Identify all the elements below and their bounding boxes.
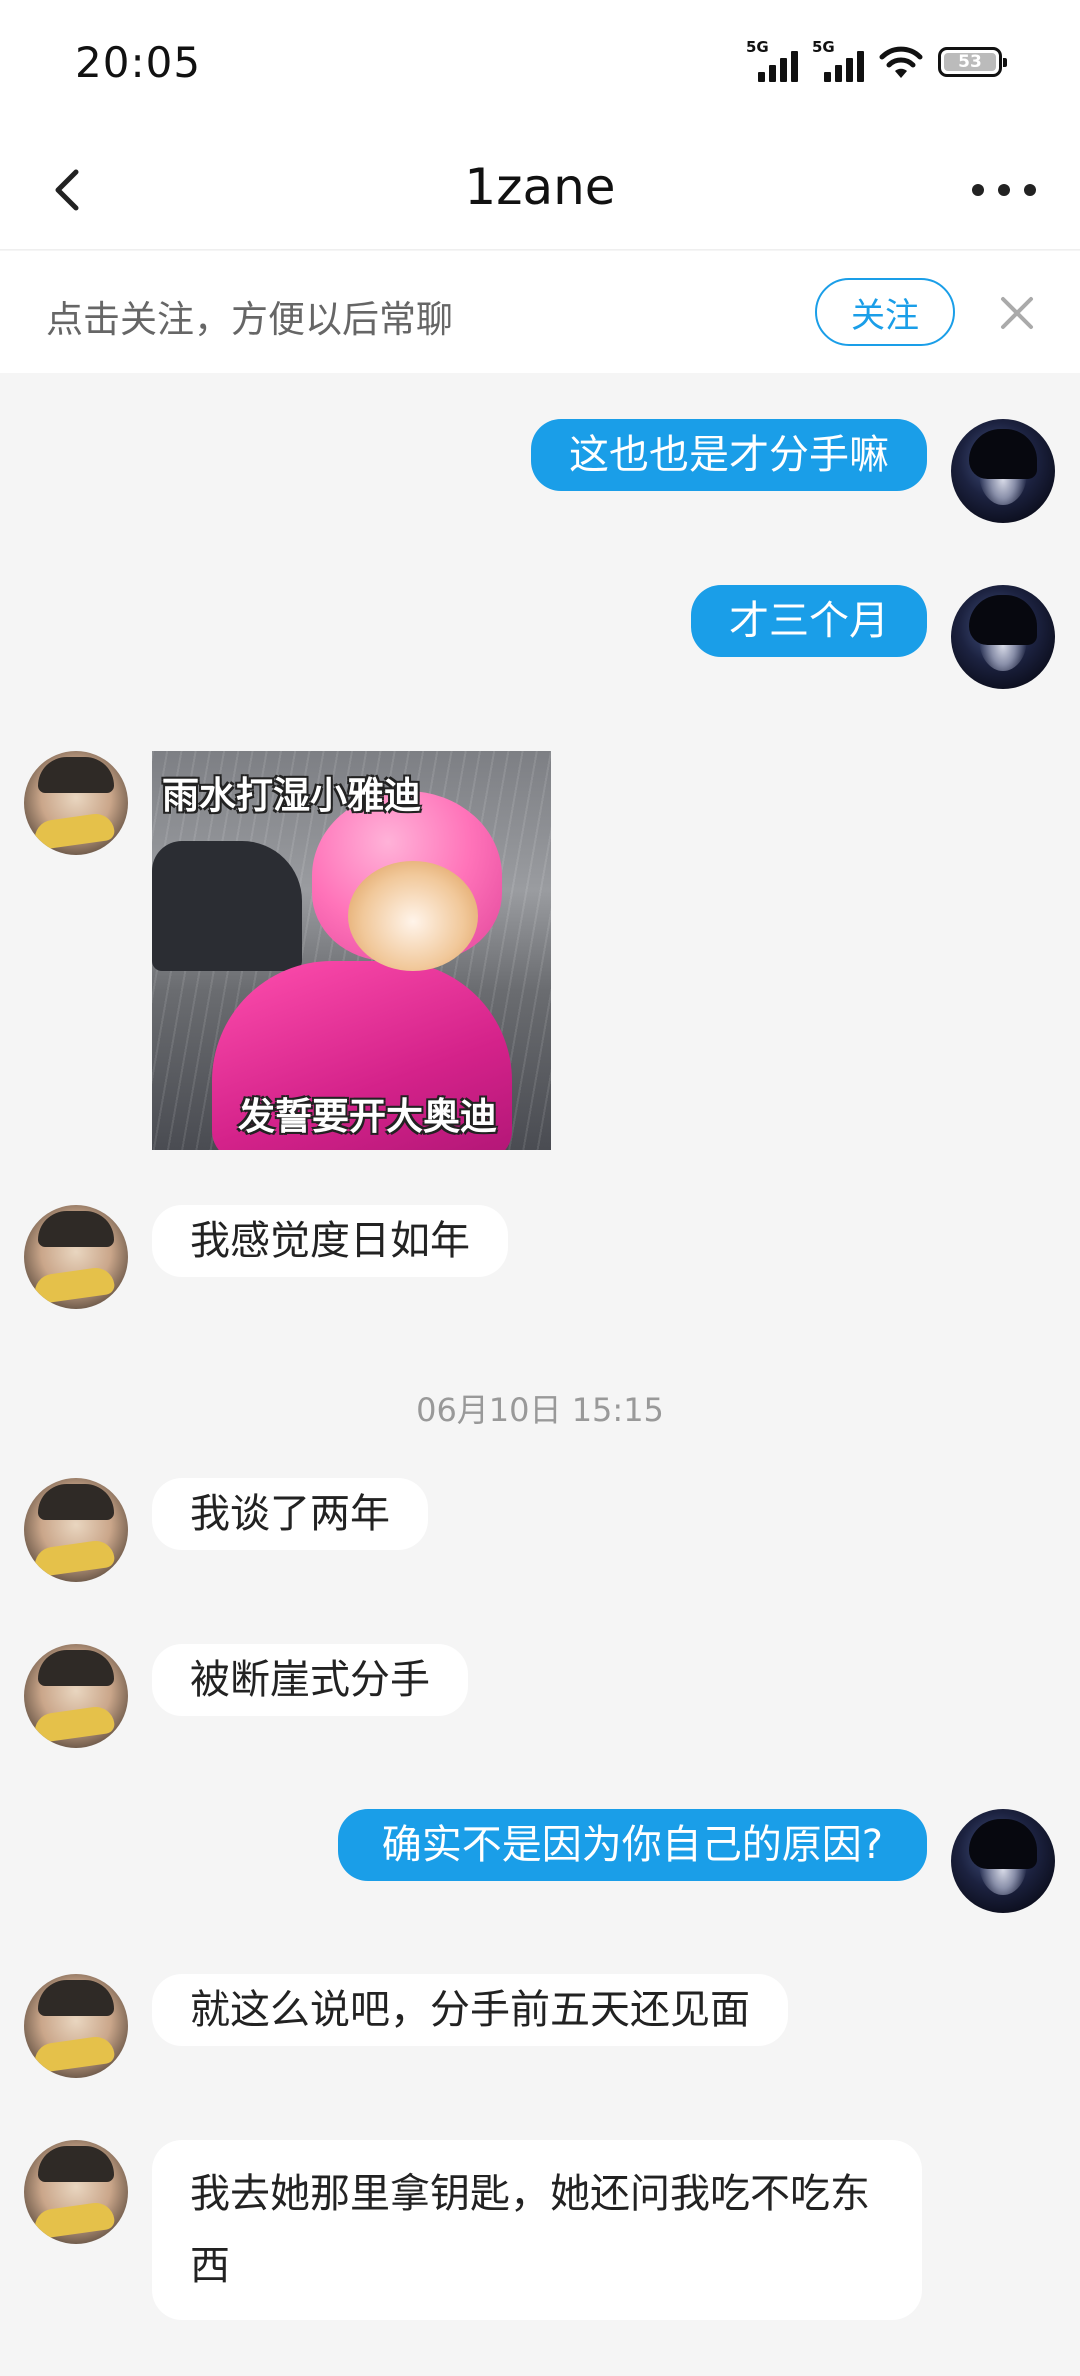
message-bubble-outgoing[interactable]: 这也也是才分手嘛 [531,419,927,491]
follow-button[interactable]: 关注 [815,278,955,346]
message-bubble-incoming[interactable]: 就这么说吧，分手前五天还见面 [152,1974,788,2046]
status-bar: 20:05 5G 5G 53 [0,0,1080,130]
message-bubble-outgoing[interactable]: 确实不是因为你自己的原因? [337,1809,927,1881]
battery-icon: 53 [938,47,1007,77]
follow-banner-text: 点击关注，方便以后常聊 [46,298,453,341]
chat-title: 1zane [464,158,616,216]
avatar[interactable] [24,2140,128,2244]
message-bubble-outgoing[interactable]: 才三个月 [691,585,927,657]
sticker-caption-top: 雨水打湿小雅迪 [162,774,421,817]
message-bubble-incoming[interactable]: 我谈了两年 [152,1478,428,1550]
message-bubble-incoming[interactable]: 我去她那里拿钥匙，她还问我吃不吃东西 [152,2140,922,2320]
message-bubble-incoming[interactable]: 被断崖式分手 [152,1644,468,1716]
sticker-caption-bottom: 发誓要开大奥迪 [238,1095,497,1138]
more-dots-icon[interactable] [972,178,1036,202]
avatar[interactable] [951,1809,1055,1913]
avatar[interactable] [24,1205,128,1309]
avatar[interactable] [951,585,1055,689]
chat-header: 1zane [0,130,1080,250]
avatar[interactable] [951,419,1055,523]
battery-level: 53 [944,53,996,71]
avatar[interactable] [24,1974,128,2078]
message-bubble-incoming[interactable]: 我感觉度日如年 [152,1205,508,1277]
sticker-image[interactable]: 雨水打湿小雅迪 发誓要开大奥迪 [152,751,551,1150]
avatar[interactable] [24,751,128,855]
cellular-signal-icon: 5G [812,38,864,82]
avatar[interactable] [24,1478,128,1582]
close-icon[interactable] [992,288,1042,338]
cellular-signal-icon: 5G [746,38,798,82]
wifi-icon [879,46,923,78]
time-divider: 06月10日 15:15 [416,1391,664,1429]
avatar[interactable] [24,1644,128,1748]
status-icons: 5G 5G 53 [746,38,1007,84]
status-time: 20:05 [75,38,202,87]
